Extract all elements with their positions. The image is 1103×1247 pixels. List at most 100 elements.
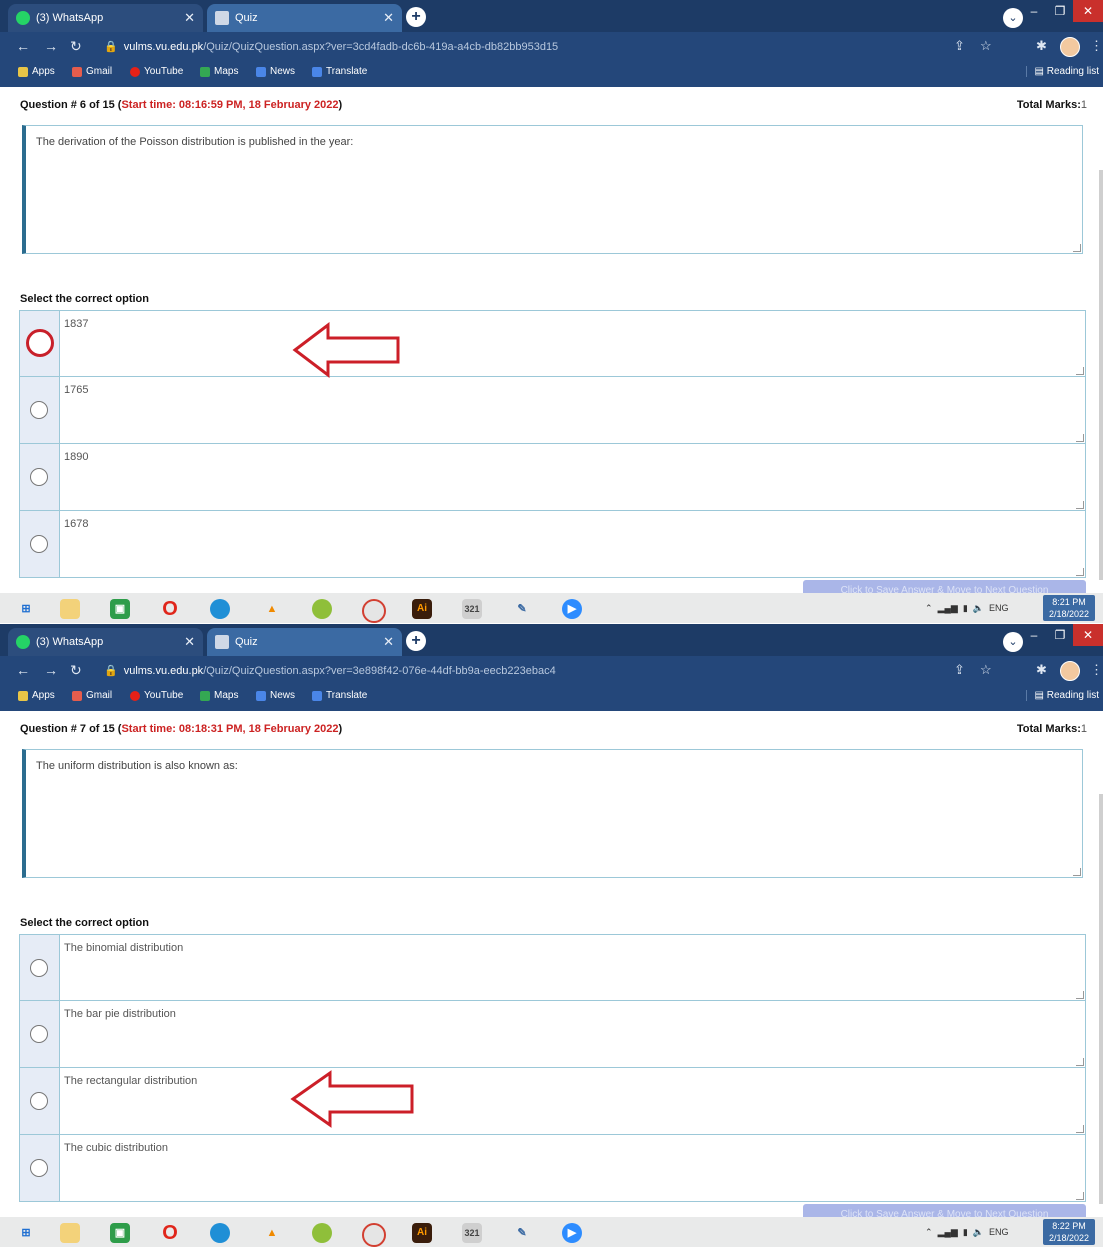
media-player-icon[interactable]: 321 xyxy=(462,1223,482,1243)
close-tab-icon[interactable]: ✕ xyxy=(184,10,195,26)
reload-icon[interactable]: ↻ xyxy=(70,662,82,679)
profile-avatar[interactable] xyxy=(1060,37,1080,57)
back-icon[interactable]: ← xyxy=(16,38,30,54)
edge-icon[interactable] xyxy=(210,1223,230,1243)
chrome-icon[interactable] xyxy=(362,599,386,623)
bookmark-star-icon[interactable]: ☆ xyxy=(980,38,992,54)
edge-icon[interactable] xyxy=(210,599,230,619)
profile-avatar[interactable] xyxy=(1060,661,1080,681)
clock[interactable]: 8:21 PM 2/18/2022 xyxy=(1043,595,1095,621)
app-icon[interactable] xyxy=(312,1223,332,1243)
forward-icon[interactable]: → xyxy=(44,662,58,678)
media-player-icon[interactable]: 321 xyxy=(462,599,482,619)
chrome-icon[interactable] xyxy=(362,1223,386,1247)
question-textarea[interactable]: The uniform distribution is also known a… xyxy=(22,749,1083,878)
bookmark-apps[interactable]: Apps xyxy=(18,66,55,77)
option-row[interactable]: 1678 xyxy=(19,511,1086,578)
minimize-icon[interactable]: – xyxy=(1021,0,1047,22)
illustrator-icon[interactable]: Ai xyxy=(412,1223,432,1243)
bookmark-translate[interactable]: Translate xyxy=(312,690,367,701)
option-row[interactable]: The bar pie distribution xyxy=(19,1001,1086,1068)
restore-icon[interactable]: ❐ xyxy=(1047,624,1073,646)
option-radio[interactable] xyxy=(30,1025,48,1043)
menu-icon[interactable]: ⋮ xyxy=(1090,38,1103,54)
tab-whatsapp[interactable]: (3) WhatsApp ✕ xyxy=(8,628,203,656)
language-indicator[interactable]: ENG xyxy=(989,1227,1009,1237)
tab-search-button[interactable]: ⌄ xyxy=(1003,8,1023,28)
new-tab-button[interactable]: + xyxy=(406,631,426,651)
option-row[interactable]: The cubic distribution xyxy=(19,1135,1086,1202)
bookmark-maps[interactable]: Maps xyxy=(200,66,238,77)
window-close-icon[interactable]: ✕ xyxy=(1073,0,1103,22)
tray-up-icon[interactable]: ⌃ xyxy=(925,1227,933,1237)
bookmark-news[interactable]: News xyxy=(256,66,295,77)
store-icon[interactable]: ▣ xyxy=(110,599,130,619)
bookmark-star-icon[interactable]: ☆ xyxy=(980,662,992,678)
close-tab-icon[interactable]: ✕ xyxy=(383,10,394,26)
menu-icon[interactable]: ⋮ xyxy=(1090,662,1103,678)
zoom-icon[interactable]: ▶ xyxy=(562,1223,582,1243)
extensions-icon[interactable]: ✱ xyxy=(1036,38,1047,54)
option-radio[interactable] xyxy=(30,401,48,419)
language-indicator[interactable]: ENG xyxy=(989,603,1009,613)
start-windows-icon[interactable]: ⊞ xyxy=(16,1223,36,1243)
new-tab-button[interactable]: + xyxy=(406,7,426,27)
illustrator-icon[interactable]: Ai xyxy=(412,599,432,619)
share-icon[interactable]: ⇪ xyxy=(954,38,965,54)
url-field[interactable]: 🔒 vulms.vu.edu.pk/Quiz/QuizQuestion.aspx?… xyxy=(104,40,558,53)
option-radio-highlighted[interactable] xyxy=(26,329,54,357)
bookmark-apps[interactable]: Apps xyxy=(18,690,55,701)
question-textarea[interactable]: The derivation of the Poisson distributi… xyxy=(22,125,1083,254)
paint-icon[interactable]: ✎ xyxy=(512,599,532,619)
option-radio[interactable] xyxy=(30,1092,48,1110)
minimize-icon[interactable]: – xyxy=(1021,624,1047,646)
file-explorer-icon[interactable] xyxy=(60,1223,80,1243)
url-field[interactable]: 🔒 vulms.vu.edu.pk/Quiz/QuizQuestion.aspx?… xyxy=(104,664,556,677)
option-row[interactable]: The rectangular distribution xyxy=(19,1068,1086,1135)
bookmark-gmail[interactable]: Gmail xyxy=(72,66,112,77)
resize-handle-icon[interactable] xyxy=(1073,868,1081,876)
close-tab-icon[interactable]: ✕ xyxy=(184,634,195,650)
tray-up-icon[interactable]: ⌃ xyxy=(925,603,933,613)
close-tab-icon[interactable]: ✕ xyxy=(383,634,394,650)
option-radio[interactable] xyxy=(30,468,48,486)
option-radio[interactable] xyxy=(30,959,48,977)
vlc-icon[interactable]: ▲ xyxy=(262,599,282,619)
scrollbar[interactable] xyxy=(1099,170,1103,580)
volume-icon[interactable]: 🔈 xyxy=(973,603,984,613)
option-row[interactable]: The binomial distribution xyxy=(19,934,1086,1001)
opera-icon[interactable]: O xyxy=(160,599,180,619)
scrollbar[interactable] xyxy=(1099,794,1103,1204)
option-radio[interactable] xyxy=(30,535,48,553)
tab-search-button[interactable]: ⌄ xyxy=(1003,632,1023,652)
file-explorer-icon[interactable] xyxy=(60,599,80,619)
option-row[interactable]: 1765 xyxy=(19,377,1086,444)
back-icon[interactable]: ← xyxy=(16,662,30,678)
share-icon[interactable]: ⇪ xyxy=(954,662,965,678)
clock[interactable]: 8:22 PM 2/18/2022 xyxy=(1043,1219,1095,1245)
extensions-icon[interactable]: ✱ xyxy=(1036,662,1047,678)
tab-whatsapp[interactable]: (3) WhatsApp ✕ xyxy=(8,4,203,32)
reload-icon[interactable]: ↻ xyxy=(70,38,82,55)
volume-icon[interactable]: 🔈 xyxy=(973,1227,984,1237)
bookmark-youtube[interactable]: YouTube xyxy=(130,690,183,701)
reading-list-button[interactable]: ▤ Reading list xyxy=(1025,690,1099,701)
forward-icon[interactable]: → xyxy=(44,38,58,54)
option-row[interactable]: 1890 xyxy=(19,444,1086,511)
restore-icon[interactable]: ❐ xyxy=(1047,0,1073,22)
bookmark-maps[interactable]: Maps xyxy=(200,690,238,701)
bookmark-youtube[interactable]: YouTube xyxy=(130,66,183,77)
tab-quiz[interactable]: Quiz ✕ xyxy=(207,628,402,656)
vlc-icon[interactable]: ▲ xyxy=(262,1223,282,1243)
option-radio[interactable] xyxy=(30,1159,48,1177)
tab-quiz[interactable]: Quiz ✕ xyxy=(207,4,402,32)
opera-icon[interactable]: O xyxy=(160,1223,180,1243)
bookmark-news[interactable]: News xyxy=(256,690,295,701)
bookmark-translate[interactable]: Translate xyxy=(312,66,367,77)
store-icon[interactable]: ▣ xyxy=(110,1223,130,1243)
bookmark-gmail[interactable]: Gmail xyxy=(72,690,112,701)
window-close-icon[interactable]: ✕ xyxy=(1073,624,1103,646)
app-icon[interactable] xyxy=(312,599,332,619)
reading-list-button[interactable]: ▤ Reading list xyxy=(1025,66,1099,77)
option-row[interactable]: 1837 xyxy=(19,310,1086,377)
